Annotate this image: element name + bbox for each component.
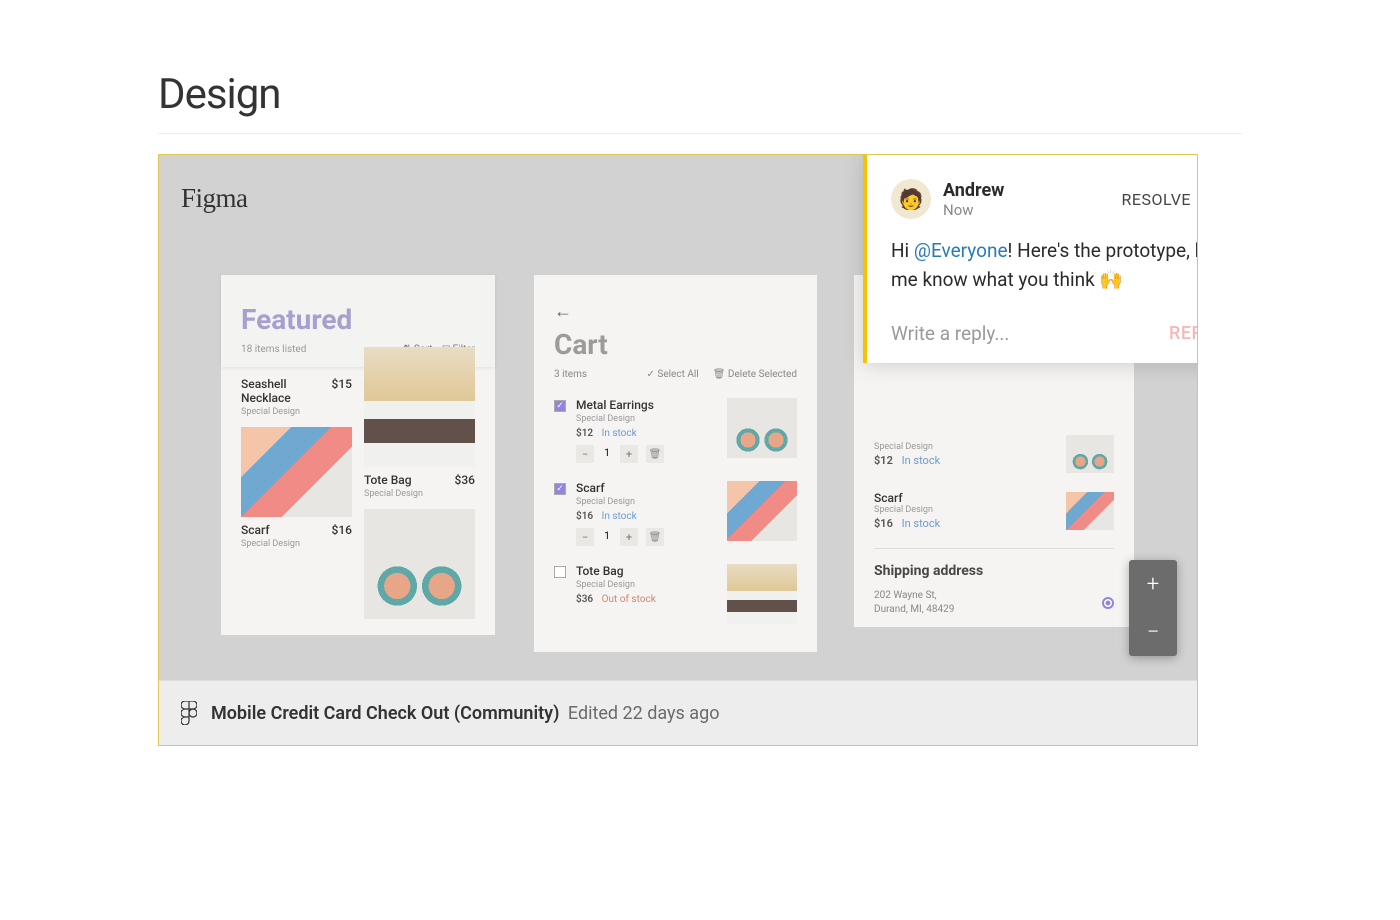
summary-thumb (1066, 435, 1114, 473)
product-name: Scarf (241, 523, 270, 537)
cart-item-stock: In stock (602, 428, 637, 439)
cart-item-name: Tote Bag (576, 564, 717, 578)
figma-canvas[interactable]: Figma Featured 18 items listed ⇅ Sort ▽ … (159, 155, 1197, 680)
mention[interactable]: @Everyone (914, 239, 1008, 262)
summary-item: Scarf Special Design $16 In stock (874, 491, 1114, 530)
comment-text: Hi (891, 239, 914, 262)
zoom-controls: + − (1129, 560, 1177, 656)
qty-plus-button[interactable]: + (620, 528, 638, 546)
radio-icon[interactable] (1102, 597, 1114, 609)
cart-item-name: Metal Earrings (576, 398, 717, 412)
cart-item-sub: Special Design (576, 414, 717, 424)
product-subtitle: Special Design (364, 489, 475, 499)
cart-item-image (727, 564, 797, 624)
cart-item: ✓ Metal Earrings Special Design $12 In s… (554, 398, 797, 463)
cart-item: ✓ Scarf Special Design $16 In stock − 1 … (554, 481, 797, 546)
figma-logo-icon (181, 701, 197, 725)
app-label: Figma (181, 183, 248, 214)
delete-selected-button[interactable]: 🗑 Delete Selected (713, 369, 797, 380)
summary-stock: In stock (902, 517, 941, 530)
checkbox-icon[interactable]: ✓ (554, 483, 566, 495)
summary-price: $12 (874, 454, 893, 467)
summary-item: Special Design $12 In stock (874, 435, 1114, 473)
product-name: Seashell Necklace (241, 377, 332, 405)
back-icon[interactable]: ← (554, 301, 797, 322)
product-name: Tote Bag (364, 473, 412, 487)
zoom-out-button[interactable]: − (1129, 608, 1177, 656)
featured-card: Featured 18 items listed ⇅ Sort ▽ Filter… (221, 275, 495, 635)
delete-selected-label: Delete Selected (728, 369, 797, 380)
page-title: Design (158, 70, 1400, 119)
divider (158, 133, 1242, 134)
summary-sub: Special Design (874, 442, 1066, 452)
product-subtitle: Special Design (241, 539, 352, 549)
product-price: $16 (332, 523, 352, 537)
product-card[interactable]: Tote Bag $36 Special Design (364, 377, 475, 625)
figma-embed: Figma Featured 18 items listed ⇅ Sort ▽ … (158, 154, 1198, 746)
product-price: $36 (455, 473, 475, 487)
cart-item-sub: Special Design (576, 497, 717, 507)
select-all-button[interactable]: ✓ Select All (647, 369, 699, 380)
cart-item-name: Scarf (576, 481, 717, 495)
cart-item-sub: Special Design (576, 580, 717, 590)
cart-title: Cart (554, 328, 797, 361)
product-image (364, 347, 475, 467)
summary-stock: In stock (902, 454, 941, 467)
zoom-in-button[interactable]: + (1129, 560, 1177, 608)
reply-button[interactable]: REPLY (1169, 323, 1197, 344)
qty-minus-button[interactable]: − (576, 528, 594, 546)
cart-item-price: $16 (576, 511, 593, 522)
comment-panel: 🧑 Andrew Now RESOLVE ⋮ Hi @Everyone! Her… (863, 155, 1197, 363)
cart-item-image (727, 481, 797, 541)
comment-time: Now (943, 201, 1122, 219)
file-name[interactable]: Mobile Credit Card Check Out (Community) (211, 703, 559, 724)
resolve-button[interactable]: RESOLVE (1122, 190, 1192, 209)
product-card[interactable]: Seashell Necklace $15 Special Design Sca… (241, 377, 352, 625)
divider (874, 548, 1114, 549)
cart-item: Tote Bag Special Design $36 Out of stock (554, 564, 797, 624)
cart-item-stock: Out of stock (602, 594, 656, 605)
qty-value: 1 (598, 445, 616, 463)
summary-name: Scarf (874, 491, 1066, 505)
qty-minus-button[interactable]: − (576, 445, 594, 463)
comment-body: Hi @Everyone! Here's the prototype, let … (891, 237, 1197, 294)
comment-author: Andrew (943, 180, 1122, 201)
cart-item-price: $12 (576, 428, 593, 439)
product-image (241, 427, 352, 517)
embed-footer: Mobile Credit Card Check Out (Community)… (159, 680, 1197, 745)
checkbox-icon[interactable]: ✓ (554, 400, 566, 412)
product-subtitle: Special Design (241, 407, 352, 417)
address-line: 202 Wayne St, (874, 589, 1102, 603)
cart-item-stock: In stock (602, 511, 637, 522)
cart-card: ← Cart 3 items ✓ Select All 🗑 Delete Sel… (534, 275, 817, 652)
select-all-label: Select All (657, 369, 698, 380)
cart-count: 3 items (554, 369, 633, 380)
product-price: $15 (332, 377, 352, 391)
avatar: 🧑 (891, 179, 931, 219)
featured-title: Featured (241, 303, 475, 336)
qty-plus-button[interactable]: + (620, 445, 638, 463)
summary-thumb (1066, 492, 1114, 530)
summary-price: $16 (874, 517, 893, 530)
trash-icon[interactable]: 🗑 (646, 445, 664, 463)
reply-input[interactable]: Write a reply... (891, 322, 1169, 345)
product-image (364, 509, 475, 619)
summary-sub: Special Design (874, 505, 1066, 515)
checkbox-icon[interactable] (554, 566, 566, 578)
file-edited-label: Edited 22 days ago (568, 703, 720, 724)
address-line: Durand, MI, 48429 (874, 603, 1102, 617)
shipping-title: Shipping address (874, 563, 1114, 579)
shipping-address[interactable]: 202 Wayne St, Durand, MI, 48429 (874, 589, 1114, 617)
cart-item-image (727, 398, 797, 458)
qty-value: 1 (598, 528, 616, 546)
cart-item-price: $36 (576, 594, 593, 605)
trash-icon[interactable]: 🗑 (646, 528, 664, 546)
